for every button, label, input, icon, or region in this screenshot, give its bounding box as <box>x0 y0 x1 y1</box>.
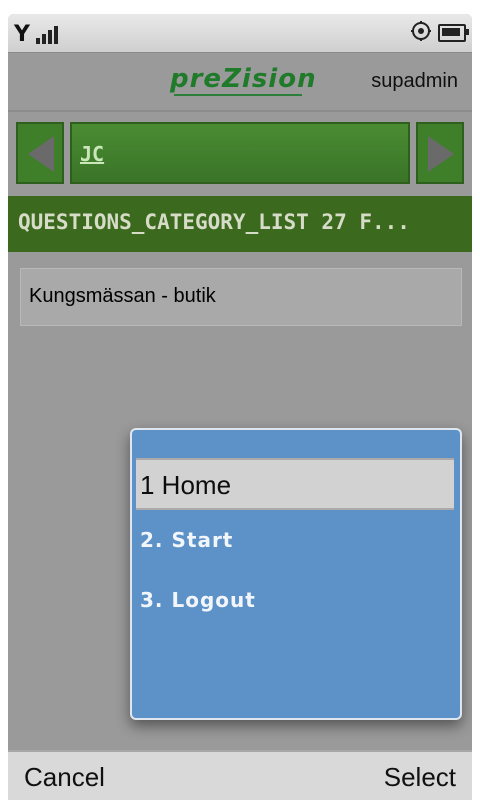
previous-button[interactable] <box>16 122 64 184</box>
cancel-softkey[interactable]: Cancel <box>24 762 105 793</box>
list-item[interactable]: Kungsmässan - butik <box>20 268 462 326</box>
prezision-logo: preZision <box>170 64 317 98</box>
app-header: preZision supadmin <box>8 54 472 112</box>
logo-text: preZision <box>170 64 317 94</box>
navigator-label: JC <box>80 142 105 166</box>
menu-item-home-label: 1 Home <box>140 470 232 500</box>
gear-icon <box>411 21 431 41</box>
menu-item-logout[interactable]: 3. Logout <box>140 588 256 612</box>
logo-underline <box>174 94 302 96</box>
navigator-bar: JC <box>8 118 472 188</box>
arrow-right-icon <box>428 136 454 172</box>
phone-screen: Y preZision supadmin JC QUESTIONS_CATEGO… <box>0 0 480 800</box>
app-screen: Y preZision supadmin JC QUESTIONS_CATEGO… <box>8 14 472 800</box>
signal-strength-icon: Y <box>14 22 30 47</box>
category-title: QUESTIONS_CATEGORY_LIST 27 F... <box>18 210 410 234</box>
list-item-label: Kungsmässan - butik <box>29 285 216 307</box>
navigator-current-item[interactable]: JC <box>70 122 410 184</box>
category-bar: QUESTIONS_CATEGORY_LIST 27 F... <box>8 196 472 252</box>
select-softkey[interactable]: Select <box>384 762 456 793</box>
softkey-bar: Cancel Select <box>8 750 472 800</box>
menu-item-home[interactable]: 1 Home <box>136 458 454 510</box>
menu-item-start[interactable]: 2. Start <box>140 528 233 552</box>
next-button[interactable] <box>416 122 464 184</box>
user-name-label: supadmin <box>371 70 458 92</box>
popup-menu: 1 Home 2. Start 3. Logout <box>130 428 462 720</box>
battery-icon <box>438 24 469 42</box>
signal-bars-icon <box>36 26 64 44</box>
arrow-left-icon <box>28 136 54 172</box>
status-bar: Y <box>8 14 472 53</box>
